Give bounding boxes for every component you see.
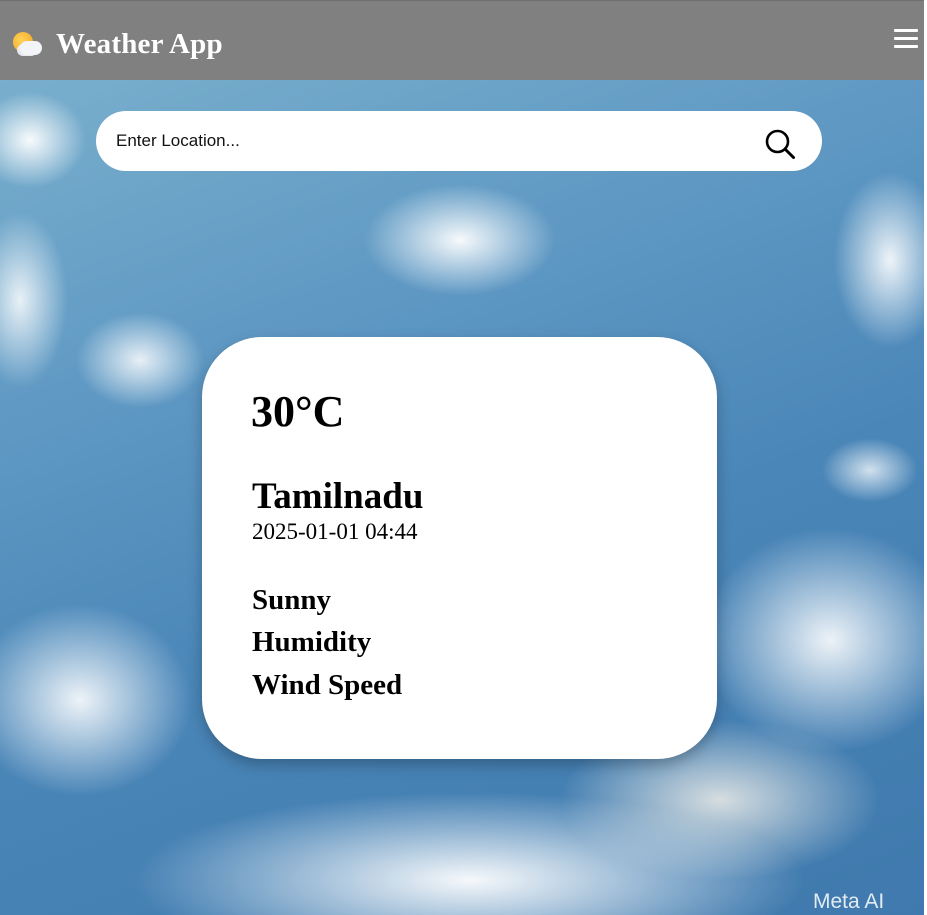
- wind-speed-label: Wind Speed: [252, 669, 403, 701]
- date-time: 2025-01-01 04:44: [252, 519, 418, 544]
- hamburger-menu-icon[interactable]: [894, 29, 918, 49]
- app-title: Weather App: [56, 27, 223, 60]
- temperature-value: 30°C: [251, 387, 345, 436]
- humidity-label: Humidity: [252, 626, 372, 658]
- meta-ai-watermark: Meta AI: [813, 890, 885, 913]
- location-name: Tamilnadu: [252, 476, 424, 517]
- sun-behind-cloud-icon: [11, 29, 44, 59]
- weather-condition: Sunny: [252, 584, 332, 616]
- brand: Weather App: [11, 27, 223, 61]
- search-bar: [96, 111, 822, 171]
- header-bar: Weather App: [0, 0, 924, 80]
- search-icon[interactable]: [764, 128, 796, 160]
- location-search-input[interactable]: [116, 125, 736, 157]
